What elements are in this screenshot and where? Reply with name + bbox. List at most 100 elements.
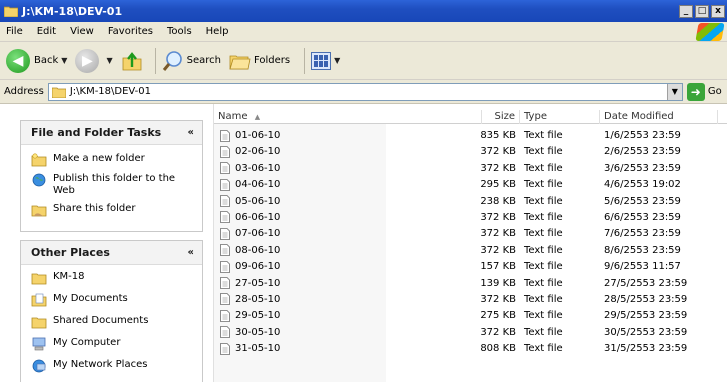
folder-icon <box>51 87 66 98</box>
address-label: Address <box>4 86 44 97</box>
text-file-icon <box>220 129 230 142</box>
chevron-down-icon[interactable]: ▼ <box>61 56 67 65</box>
file-type: Text file <box>524 293 563 305</box>
collapse-icon[interactable]: « <box>188 247 194 258</box>
up-folder-icon[interactable] <box>121 50 143 72</box>
views-button[interactable]: ▼ <box>311 51 340 70</box>
file-name: 07-06-10 <box>235 228 281 240</box>
text-file-icon <box>220 309 230 322</box>
file-type: Text file <box>524 343 563 355</box>
table-row[interactable]: 04-06-10 295 KB Text file 4/6/2553 19:02 <box>214 177 727 193</box>
new-folder-icon <box>31 153 47 167</box>
title-bar[interactable]: J:\KM-18\DEV-01 _ □ x <box>0 0 727 22</box>
file-name-cell[interactable]: 31-05-10 <box>220 341 280 356</box>
file-name-cell[interactable]: 05-06-10 <box>220 194 280 209</box>
panel-header[interactable]: File and Folder Tasks « <box>21 121 202 145</box>
task-publish-to-web[interactable]: Publish this folder to the Web <box>31 173 196 197</box>
file-name-cell[interactable]: 02-06-10 <box>220 144 280 159</box>
folder-icon <box>31 317 47 329</box>
address-value: J:\KM-18\DEV-01 <box>69 86 152 97</box>
collapse-icon[interactable]: « <box>188 127 194 138</box>
file-folder-tasks-panel: File and Folder Tasks « Make a new folde… <box>20 120 203 232</box>
file-name-cell[interactable]: 09-06-10 <box>220 259 280 274</box>
table-row[interactable]: 07-06-10 372 KB Text file 7/6/2553 23:59 <box>214 226 727 242</box>
file-name-cell[interactable]: 06-06-10 <box>220 210 280 225</box>
file-type: Text file <box>524 179 563 191</box>
file-name-cell[interactable]: 30-05-10 <box>220 325 280 340</box>
table-row[interactable]: 31-05-10 808 KB Text file 31/5/2553 23:59 <box>214 341 727 357</box>
column-header-name[interactable]: Name ▲ <box>214 110 482 124</box>
file-name-cell[interactable]: 27-05-10 <box>220 276 280 291</box>
file-date: 2/6/2553 23:59 <box>604 146 681 158</box>
chevron-down-icon[interactable]: ▼ <box>666 83 682 100</box>
go-button[interactable]: ➜ Go <box>686 82 722 101</box>
restore-button[interactable]: □ <box>695 4 709 18</box>
table-row[interactable]: 27-05-10 139 KB Text file 27/5/2553 23:59 <box>214 276 727 292</box>
table-row[interactable]: 29-05-10 275 KB Text file 29/5/2553 23:59 <box>214 308 727 324</box>
table-row[interactable]: 01-06-10 835 KB Text file 1/6/2553 23:59 <box>214 128 727 144</box>
back-button[interactable]: ◀ Back ▼ <box>6 48 67 73</box>
file-name-cell[interactable]: 07-06-10 <box>220 226 280 241</box>
file-list[interactable]: Name ▲ Size Type Date Modified 01-06-10 8… <box>214 104 727 382</box>
panel-header[interactable]: Other Places « <box>21 241 202 265</box>
file-name: 31-05-10 <box>235 343 281 355</box>
column-header-size[interactable]: Size <box>482 110 520 124</box>
place-km-18[interactable]: KM-18 <box>31 271 196 285</box>
place-my-computer[interactable]: My Computer <box>31 337 196 351</box>
menu-file[interactable]: File <box>6 26 23 37</box>
text-file-icon <box>220 227 230 240</box>
place-shared-documents[interactable]: Shared Documents <box>31 315 196 329</box>
file-size: 372 KB <box>480 244 516 256</box>
forward-button[interactable]: ▶ ▼ <box>75 48 113 73</box>
text-file-icon <box>220 195 230 207</box>
views-icon <box>311 51 332 70</box>
file-size: 275 KB <box>480 310 516 322</box>
file-name: 28-05-10 <box>235 293 281 305</box>
place-label: My Computer <box>53 337 121 348</box>
table-row[interactable]: 09-06-10 157 KB Text file 9/6/2553 11:57 <box>214 259 727 275</box>
table-row[interactable]: 30-05-10 372 KB Text file 30/5/2553 23:59 <box>214 325 727 341</box>
place-label: Shared Documents <box>53 315 149 326</box>
search-button[interactable]: Search <box>162 50 221 72</box>
file-name: 30-05-10 <box>235 326 281 338</box>
place-my-documents[interactable]: My Documents <box>31 293 196 307</box>
text-file-icon <box>220 162 230 175</box>
file-name-cell[interactable]: 29-05-10 <box>220 308 280 323</box>
task-label: Share this folder <box>53 203 136 214</box>
toolbar-divider <box>154 47 156 74</box>
menu-edit[interactable]: Edit <box>37 26 56 37</box>
menu-favorites[interactable]: Favorites <box>108 26 153 37</box>
file-rows: 01-06-10 835 KB Text file 1/6/2553 23:59 02-… <box>214 128 727 357</box>
file-name-cell[interactable]: 03-06-10 <box>220 161 280 176</box>
column-header-type[interactable]: Type <box>520 110 600 124</box>
file-name-cell[interactable]: 01-06-10 <box>220 128 280 143</box>
file-size: 372 KB <box>480 162 516 174</box>
minimize-button[interactable]: _ <box>679 4 693 18</box>
menu-tools[interactable]: Tools <box>167 26 192 37</box>
file-type: Text file <box>524 310 563 322</box>
file-date: 1/6/2553 23:59 <box>604 130 681 141</box>
column-header-date[interactable]: Date Modified <box>600 110 718 124</box>
menu-view[interactable]: View <box>70 26 94 37</box>
menu-help[interactable]: Help <box>206 26 229 37</box>
task-label: Publish this folder to the Web <box>53 173 176 196</box>
address-input[interactable]: J:\KM-18\DEV-01 ▼ <box>47 82 683 101</box>
table-row[interactable]: 28-05-10 372 KB Text file 28/5/2553 23:59 <box>214 292 727 308</box>
text-file-icon <box>220 244 230 257</box>
task-share-folder[interactable]: Share this folder <box>31 203 196 217</box>
table-row[interactable]: 05-06-10 238 KB Text file 5/6/2553 23:59 <box>214 194 727 210</box>
table-row[interactable]: 02-06-10 372 KB Text file 2/6/2553 23:59 <box>214 144 727 160</box>
file-name-cell[interactable]: 04-06-10 <box>220 177 280 192</box>
task-make-new-folder[interactable]: Make a new folder <box>31 153 196 167</box>
text-file-icon <box>220 260 230 273</box>
table-row[interactable]: 06-06-10 372 KB Text file 6/6/2553 23:59 <box>214 210 727 226</box>
close-button[interactable]: x <box>711 4 725 18</box>
place-my-network-places[interactable]: My Network Places <box>31 359 196 373</box>
file-name-cell[interactable]: 28-05-10 <box>220 292 280 307</box>
chevron-down-icon[interactable]: ▼ <box>106 56 112 65</box>
table-row[interactable]: 08-06-10 372 KB Text file 8/6/2553 23:59 <box>214 243 727 259</box>
table-row[interactable]: 03-06-10 372 KB Text file 3/6/2553 23:59 <box>214 161 727 177</box>
file-name-cell[interactable]: 08-06-10 <box>220 243 280 258</box>
chevron-down-icon[interactable]: ▼ <box>334 56 340 65</box>
folders-button[interactable]: Folders <box>229 51 290 71</box>
